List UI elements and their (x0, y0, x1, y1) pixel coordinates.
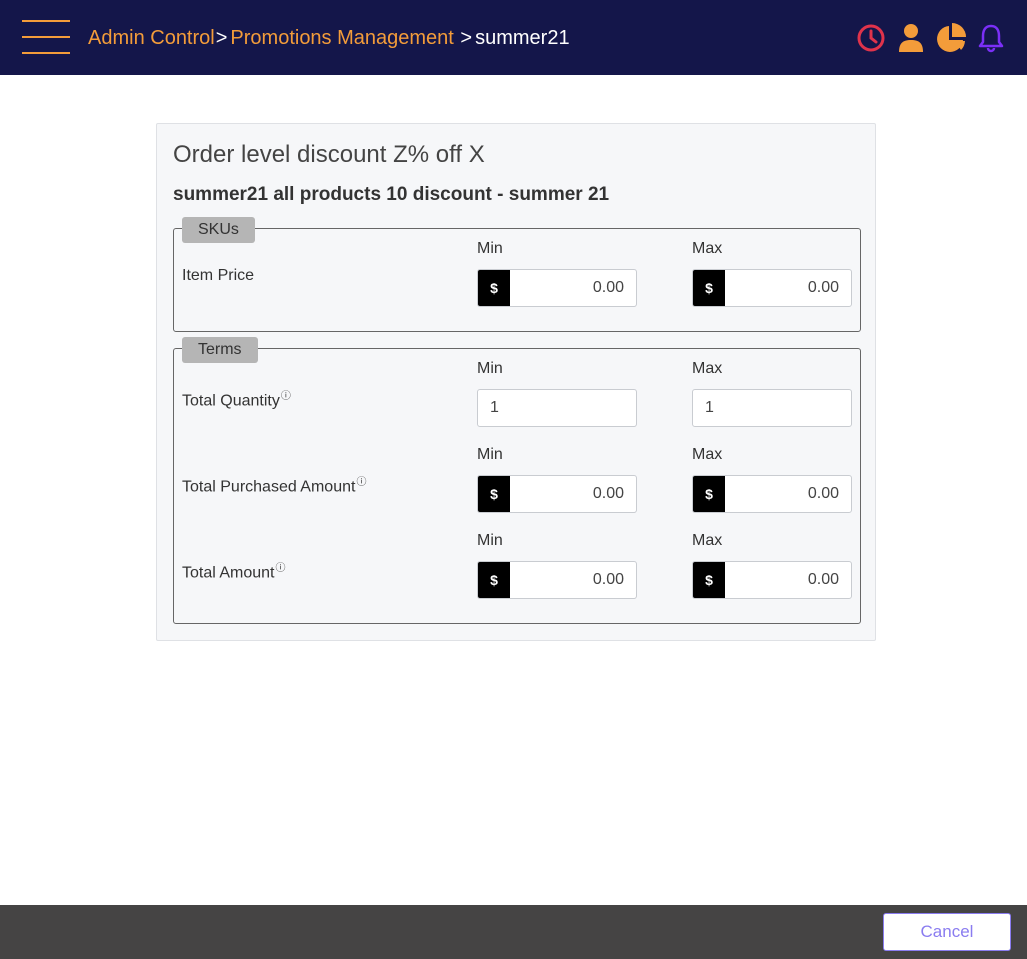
total-amount-max-value: 0.00 (807, 571, 839, 588)
pie-chart-icon[interactable] (935, 22, 967, 54)
breadcrumb: Admin Control> Promotions Management > sum… (88, 24, 570, 52)
total-amount-max-input[interactable]: $ 0.00 (692, 561, 852, 599)
help-icon[interactable]: ⓘ (276, 563, 286, 574)
breadcrumb-separator: > (460, 27, 473, 49)
total-amount-min-value: 0.00 (592, 571, 624, 588)
cancel-button[interactable]: Cancel (883, 913, 1011, 951)
total-quantity-text: Total Quantity (182, 392, 280, 410)
max-label: Max (692, 360, 723, 377)
item-price-max-value: 0.00 (807, 279, 839, 296)
total-quantity-min-value: 1 (490, 399, 499, 416)
breadcrumb-separator: > (215, 27, 228, 49)
top-navigation-bar: Admin Control> Promotions Management > sum… (0, 0, 1027, 75)
dollar-prefix: $ (478, 562, 510, 598)
total-quantity-label: Total Quantityⓘ (182, 387, 291, 410)
dollar-prefix: $ (693, 476, 725, 512)
max-label: Max (692, 446, 723, 463)
breadcrumb-current: summer21 (475, 27, 570, 49)
total-purchased-amount-max-input[interactable]: $ 0.00 (692, 475, 852, 513)
total-purchased-amount-min-value: 0.00 (592, 485, 624, 502)
clock-icon[interactable] (855, 22, 887, 54)
item-price-min-value: 0.00 (592, 279, 624, 296)
breadcrumb-admin-control[interactable]: Admin Control (88, 27, 215, 49)
help-icon[interactable]: ⓘ (281, 391, 291, 402)
header-icons (855, 22, 1007, 54)
total-purchased-amount-min-input[interactable]: $ 0.00 (477, 475, 637, 513)
user-icon[interactable] (895, 22, 927, 54)
min-label: Min (477, 240, 503, 257)
skus-legend: SKUs (182, 217, 255, 243)
total-amount-min-input[interactable]: $ 0.00 (477, 561, 637, 599)
total-amount-label: Total Amountⓘ (182, 559, 286, 582)
min-label: Min (477, 532, 503, 549)
total-amount-text: Total Amount (182, 564, 275, 582)
dollar-prefix: $ (693, 270, 725, 306)
total-purchased-amount-label: Total Purchased Amountⓘ (182, 473, 366, 496)
total-quantity-min-input[interactable]: 1 (477, 389, 637, 427)
min-label: Min (477, 360, 503, 377)
dollar-prefix: $ (478, 476, 510, 512)
dollar-prefix: $ (478, 270, 510, 306)
hamburger-menu-icon[interactable] (22, 20, 70, 54)
terms-fieldset: Terms Total Quantityⓘ Min Max 1 1 Total … (173, 337, 861, 624)
min-label: Min (477, 446, 503, 463)
promotion-name: summer21 all products 10 discount - summ… (173, 184, 610, 205)
footer-bar: Cancel (0, 905, 1027, 959)
terms-legend: Terms (182, 337, 258, 363)
promotion-card: Order level discount Z% off X summer21 a… (156, 123, 876, 641)
item-price-label: Item Price (182, 267, 255, 284)
dollar-prefix: $ (693, 562, 725, 598)
item-price-max-input[interactable]: $ 0.00 (692, 269, 852, 307)
total-purchased-amount-text: Total Purchased Amount (182, 478, 356, 496)
total-quantity-max-input[interactable]: 1 (692, 389, 852, 427)
total-purchased-amount-max-value: 0.00 (807, 485, 839, 502)
promotion-type-title: Order level discount Z% off X (173, 141, 485, 168)
help-icon[interactable]: ⓘ (356, 477, 366, 488)
max-label: Max (692, 532, 723, 549)
skus-fieldset: SKUs Item Price Min Max $ 0.00 $ 0.00 (173, 217, 861, 332)
item-price-min-input[interactable]: $ 0.00 (477, 269, 637, 307)
bell-icon[interactable] (975, 22, 1007, 54)
max-label: Max (692, 240, 723, 257)
breadcrumb-promotions-management[interactable]: Promotions Management (230, 27, 453, 49)
total-quantity-max-value: 1 (705, 399, 714, 416)
